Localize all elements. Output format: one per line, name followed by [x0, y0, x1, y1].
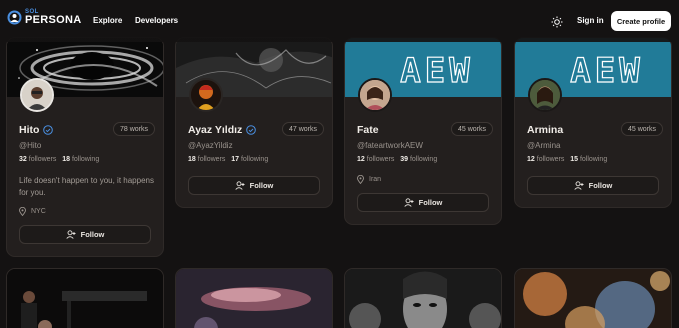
profile-name: Ayaz Yıldız	[188, 124, 257, 136]
followers-label: followers	[197, 156, 226, 163]
profile-card[interactable]: AEW Fate 45 works @fateartworkAEW 12 fol…	[344, 37, 502, 225]
profile-card[interactable]: Ayaz Yıldız 47 works @AyazYildiz 18 foll…	[175, 37, 333, 208]
follow-button[interactable]: Follow	[19, 225, 151, 244]
profile-name: Fate	[357, 124, 379, 136]
follow-label: Follow	[249, 181, 274, 190]
following-count: 17	[231, 156, 240, 163]
profile-card-partial[interactable]	[514, 268, 672, 328]
follow-button[interactable]: Follow	[527, 176, 659, 195]
works-count-badge: 78 works	[112, 122, 155, 136]
avatar	[358, 78, 392, 112]
followers-count: 18	[188, 156, 196, 163]
avatar	[20, 78, 54, 112]
profile-bio: Life doesn't happen to you, it happens f…	[19, 176, 154, 197]
profile-name-text: Hito	[19, 124, 40, 136]
follow-label: Follow	[80, 230, 105, 239]
followers-count: 12	[357, 156, 365, 163]
following-count: 15	[570, 156, 579, 163]
profile-card-partial[interactable]	[6, 268, 164, 328]
followers-label: followers	[536, 156, 565, 163]
profile-handle: @AyazYildiz	[188, 141, 233, 150]
follow-stats: 18 followers 17 following	[188, 156, 268, 163]
profile-name: Armina	[527, 124, 563, 136]
followers-count: 32	[19, 156, 27, 163]
profile-handle: @Hito	[19, 141, 42, 150]
banner-logo-text: AEW	[570, 51, 643, 91]
profile-name-text: Ayaz Yıldız	[188, 124, 243, 136]
logo-wordmark: SOL PERSONA	[25, 9, 82, 26]
nav-explore[interactable]: Explore	[93, 16, 122, 25]
profile-location: NYC	[19, 207, 46, 216]
followers-label: followers	[366, 156, 395, 163]
add-user-icon	[65, 230, 76, 239]
logo-big-text: PERSONA	[25, 14, 82, 26]
profile-card-partial[interactable]	[344, 268, 502, 328]
follow-stats: 32 followers 18 following	[19, 156, 99, 163]
avatar	[189, 78, 223, 112]
follow-stats: 12 followers 15 following	[527, 156, 607, 163]
profile-card-partial[interactable]	[175, 268, 333, 328]
avatar	[528, 78, 562, 112]
followers-label: followers	[28, 156, 57, 163]
location-pin-icon	[357, 175, 364, 184]
following-label: following	[240, 156, 269, 163]
following-label: following	[579, 156, 608, 163]
location-text: NYC	[31, 208, 46, 215]
add-user-icon	[234, 181, 245, 190]
profile-name-text: Fate	[357, 124, 379, 136]
followers-count: 12	[527, 156, 535, 163]
add-user-icon	[403, 198, 414, 207]
verified-badge-icon	[246, 125, 257, 135]
logo[interactable]: SOL PERSONA	[7, 9, 82, 26]
banner-logo-text: AEW	[400, 51, 473, 91]
following-label: following	[409, 156, 438, 163]
sun-icon[interactable]	[551, 15, 563, 28]
following-label: following	[71, 156, 100, 163]
location-pin-icon	[19, 207, 26, 216]
profile-handle: @Armina	[527, 141, 561, 150]
verified-badge-icon	[43, 125, 54, 135]
profile-card[interactable]: AEW Armina 45 works @Armina 12 followers…	[514, 37, 672, 208]
profile-handle: @fateartworkAEW	[357, 141, 423, 150]
profile-location: Iran	[357, 175, 381, 184]
nav-developers[interactable]: Developers	[135, 16, 178, 25]
following-count: 39	[400, 156, 409, 163]
logo-icon	[7, 10, 22, 25]
following-count: 18	[62, 156, 71, 163]
location-text: Iran	[369, 176, 382, 183]
follow-button[interactable]: Follow	[357, 193, 489, 212]
follow-button[interactable]: Follow	[188, 176, 320, 195]
follow-label: Follow	[418, 198, 443, 207]
works-count-badge: 45 works	[450, 122, 493, 136]
add-user-icon	[573, 181, 584, 190]
sign-in-link[interactable]: Sign in	[577, 16, 604, 25]
follow-label: Follow	[588, 181, 613, 190]
profile-name: Hito	[19, 124, 54, 136]
profile-name-text: Armina	[527, 124, 564, 136]
follow-stats: 12 followers 39 following	[357, 156, 437, 163]
top-navigation-bar: SOL PERSONA Explore Developers Sign in C…	[0, 0, 679, 42]
profile-card[interactable]: Hito 78 works @Hito 32 followers 18 foll…	[6, 37, 164, 257]
create-profile-button[interactable]: Create profile	[611, 11, 671, 31]
works-count-badge: 45 works	[620, 122, 663, 136]
works-count-badge: 47 works	[281, 122, 324, 136]
